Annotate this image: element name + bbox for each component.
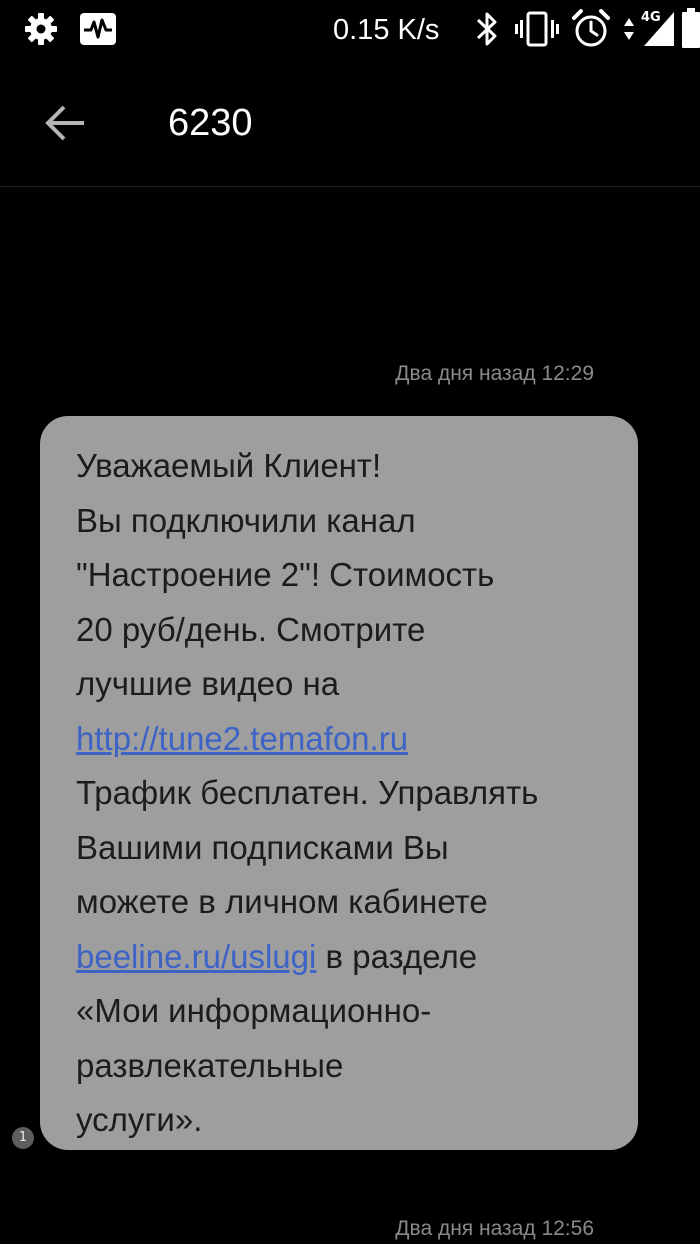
- message-body: Уважаемый Клиент! Вы подключили канал "Н…: [76, 439, 632, 1148]
- message-line: "Настроение 2"! Стоимость: [76, 556, 495, 593]
- alarm-clock-icon: [572, 9, 610, 47]
- message-line-rest: в разделе: [316, 937, 478, 975]
- tune2-link[interactable]: http://tune2.temafon.ru: [76, 720, 408, 757]
- settings-gear-icon: [25, 13, 57, 45]
- message-timestamp: Два дня назад 12:56: [395, 1217, 594, 1240]
- message-line: Трафик бесплатен. Управлять: [76, 774, 539, 811]
- message-line: лучшие видео на: [76, 665, 340, 702]
- status-bar: 0.15 K/s 4G: [0, 0, 700, 60]
- conversation-toolbar: 6230: [0, 60, 700, 187]
- message-line: можете в личном кабинете: [76, 883, 488, 920]
- message-bubble[interactable]: Уважаемый Клиент! Вы подключили канал "Н…: [40, 416, 638, 1150]
- back-button[interactable]: [36, 98, 96, 148]
- battery-icon: [682, 8, 700, 48]
- sim-slot-badge: 1: [12, 1127, 34, 1149]
- message-line: услуги».: [76, 1101, 203, 1138]
- beeline-uslugi-link[interactable]: beeline.ru/uslugi: [76, 938, 316, 975]
- message-line: Уважаемый Клиент!: [76, 447, 382, 484]
- message-line: «Мои информационно-: [76, 992, 432, 1029]
- network-speed: 0.15 K/s: [333, 14, 440, 46]
- conversation-title: 6230: [168, 102, 253, 144]
- message-line: развлекательные: [76, 1046, 344, 1084]
- data-arrows-icon: [624, 18, 634, 40]
- message-line: Вашими подписками Вы: [76, 828, 449, 866]
- signal-strength-icon: [644, 12, 674, 46]
- message-line: 20 руб/день. Смотрите: [76, 610, 426, 648]
- activity-monitor-icon: [80, 13, 116, 45]
- message-line: Вы подключили канал: [76, 501, 416, 539]
- bluetooth-icon: [476, 12, 497, 46]
- vibrate-icon: [515, 11, 559, 47]
- arrow-back-icon: [45, 105, 84, 141]
- message-timestamp: Два дня назад 12:29: [395, 362, 594, 385]
